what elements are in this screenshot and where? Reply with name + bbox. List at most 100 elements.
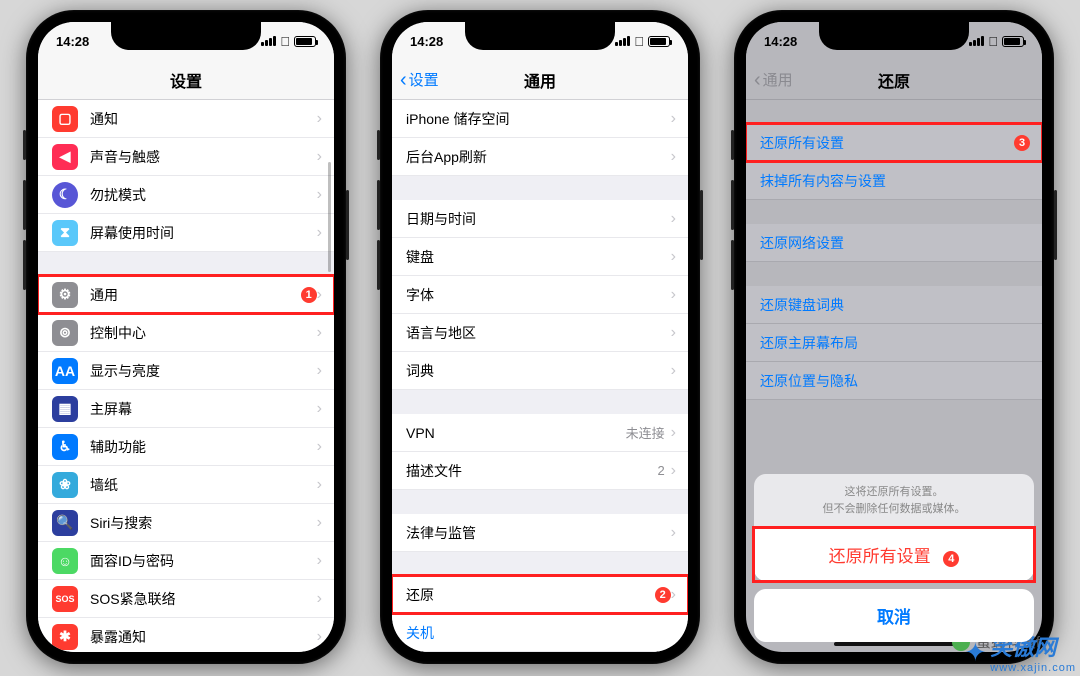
general-row-VPN[interactable]: VPN未连接 › xyxy=(392,414,688,452)
status-icons: 􀙇 xyxy=(615,34,670,49)
row-label: 还原键盘词典 xyxy=(760,295,1030,315)
home-indicator[interactable] xyxy=(834,642,954,646)
sheet-confirm-button[interactable]: 还原所有设置 4 xyxy=(754,528,1034,581)
settings-row-面容ID与密码[interactable]: ☺面容ID与密码› xyxy=(38,542,334,580)
settings-row-辅助功能[interactable]: ♿︎辅助功能› xyxy=(38,428,334,466)
chevron-right-icon: › xyxy=(317,628,322,646)
row-label: 控制中心 xyxy=(90,323,317,343)
status-icons: 􀙇 xyxy=(969,34,1024,49)
chevron-left-icon: ‹ xyxy=(400,70,407,90)
settings-row-通用[interactable]: ⚙︎ 通用 1› xyxy=(38,276,334,314)
signal-icon xyxy=(615,36,630,46)
navbar: ‹ 通用 还原 xyxy=(746,60,1042,100)
row-icon: ⧗ xyxy=(52,220,78,246)
chevron-right-icon: › xyxy=(671,210,676,228)
settings-row-通知[interactable]: ▢通知› xyxy=(38,100,334,138)
chevron-right-icon: › xyxy=(317,186,322,204)
scrollbar[interactable] xyxy=(328,162,331,272)
battery-icon xyxy=(648,36,670,47)
chevron-right-icon: › xyxy=(671,424,676,442)
reset-row-还原主屏幕布局[interactable]: 还原主屏幕布局 xyxy=(746,324,1042,362)
reset-row-还原网络设置[interactable]: 还原网络设置 xyxy=(746,224,1042,262)
general-row-日期与时间[interactable]: 日期与时间› xyxy=(392,200,688,238)
row-icon: ▢ xyxy=(52,106,78,132)
general-row-关机[interactable]: 关机 xyxy=(392,614,688,652)
row-icon: ▦ xyxy=(52,396,78,422)
row-label: 还原主屏幕布局 xyxy=(760,333,1030,353)
row-label: 辅助功能 xyxy=(90,437,317,457)
chevron-right-icon: › xyxy=(317,552,322,570)
action-sheet: 这将还原所有设置。 但不会删除任何数据或媒体。 还原所有设置 4 取消 xyxy=(754,474,1034,642)
general-row-iPhone 储存空间[interactable]: iPhone 储存空间› xyxy=(392,100,688,138)
general-row-语言与地区[interactable]: 语言与地区› xyxy=(392,314,688,352)
back-label: 通用 xyxy=(763,69,793,90)
navbar: 设置 xyxy=(38,60,334,100)
wifi-icon: 􀙇 xyxy=(988,34,998,49)
back-button[interactable]: ‹ 设置 xyxy=(400,60,439,99)
settings-row-墙纸[interactable]: ❀墙纸› xyxy=(38,466,334,504)
row-label: 字体 xyxy=(406,285,671,305)
reset-row-还原所有设置[interactable]: 还原所有设置3 xyxy=(746,124,1042,162)
row-label: iPhone 储存空间 xyxy=(406,109,671,129)
settings-row-勿扰模式[interactable]: ☾勿扰模式› xyxy=(38,176,334,214)
row-icon: AA xyxy=(52,358,78,384)
chevron-right-icon: › xyxy=(317,590,322,608)
status-time: 14:28 xyxy=(56,34,89,49)
settings-row-显示与亮度[interactable]: AA 显示与亮度› xyxy=(38,352,334,390)
battery-icon xyxy=(1002,36,1024,47)
settings-row-暴露通知[interactable]: ✱暴露通知› xyxy=(38,618,334,652)
general-list: iPhone 储存空间›后台App刷新›日期与时间›键盘›字体›语言与地区›词典… xyxy=(392,100,688,652)
row-icon: SOS xyxy=(52,586,78,612)
screen-3: 14:28 􀙇 ‹ 通用 还原 还原所有设置3抹掉所有内容与设置还原网络设置还原… xyxy=(746,22,1042,652)
screen-2: 14:28 􀙇 ‹ 设置 通用 iPhone 储存空间›后台App刷新›日期与时… xyxy=(392,22,688,652)
chevron-right-icon: › xyxy=(317,110,322,128)
row-label: Siri与搜索 xyxy=(90,513,317,533)
reset-row-还原键盘词典[interactable]: 还原键盘词典 xyxy=(746,286,1042,324)
row-icon: ⊚ xyxy=(52,320,78,346)
step-badge-4: 4 xyxy=(943,551,959,567)
reset-list: 还原所有设置3抹掉所有内容与设置还原网络设置还原键盘词典还原主屏幕布局还原位置与… xyxy=(746,100,1042,400)
general-row-法律与监管[interactable]: 法律与监管› xyxy=(392,514,688,552)
notch xyxy=(465,22,615,50)
row-label: 法律与监管 xyxy=(406,523,671,543)
settings-row-声音与触感[interactable]: ◀︎声音与触感› xyxy=(38,138,334,176)
settings-row-Siri与搜索[interactable]: 🔍Siri与搜索› xyxy=(38,504,334,542)
row-label: 通用 xyxy=(90,285,293,305)
general-row-还原[interactable]: 还原2› xyxy=(392,576,688,614)
row-label: 屏幕使用时间 xyxy=(90,223,317,243)
nav-title: 通用 xyxy=(524,68,556,92)
screen-1: 14:28 􀙇 设置 ▢通知›◀︎声音与触感›☾勿扰模式›⧗屏幕使用时间›⚙︎通… xyxy=(38,22,334,652)
row-label: 后台App刷新 xyxy=(406,147,671,167)
back-button[interactable]: ‹ 通用 xyxy=(754,60,793,99)
chevron-right-icon: › xyxy=(317,362,322,380)
nav-title: 还原 xyxy=(878,68,910,92)
row-label: 日期与时间 xyxy=(406,209,671,229)
row-label: 勿扰模式 xyxy=(90,185,317,205)
general-row-词典[interactable]: 词典› xyxy=(392,352,688,390)
general-row-键盘[interactable]: 键盘› xyxy=(392,238,688,276)
sheet-cancel-button[interactable]: 取消 xyxy=(754,589,1034,642)
chevron-right-icon: › xyxy=(317,286,322,304)
row-label: 键盘 xyxy=(406,247,671,267)
phone-2: 14:28 􀙇 ‹ 设置 通用 iPhone 储存空间›后台App刷新›日期与时… xyxy=(380,10,700,664)
phone-3: 14:28 􀙇 ‹ 通用 还原 还原所有设置3抹掉所有内容与设置还原网络设置还原… xyxy=(734,10,1054,664)
signal-icon xyxy=(969,36,984,46)
general-row-字体[interactable]: 字体› xyxy=(392,276,688,314)
reset-row-还原位置与隐私[interactable]: 还原位置与隐私 xyxy=(746,362,1042,400)
step-badge-1: 1 xyxy=(301,287,317,303)
chevron-right-icon: › xyxy=(671,110,676,128)
row-icon: ⚙︎ xyxy=(52,282,78,308)
row-label: VPN xyxy=(406,425,626,441)
row-value: 未连接 xyxy=(626,423,665,442)
settings-row-SOS紧急联络[interactable]: SOSSOS紧急联络› xyxy=(38,580,334,618)
settings-row-主屏幕[interactable]: ▦主屏幕› xyxy=(38,390,334,428)
step-badge-3: 3 xyxy=(1014,135,1030,151)
settings-row-控制中心[interactable]: ⊚控制中心› xyxy=(38,314,334,352)
chevron-right-icon: › xyxy=(671,248,676,266)
settings-row-屏幕使用时间[interactable]: ⧗屏幕使用时间› xyxy=(38,214,334,252)
general-row-描述文件[interactable]: 描述文件2› xyxy=(392,452,688,490)
row-label: 显示与亮度 xyxy=(90,361,317,381)
reset-row-抹掉所有内容与设置[interactable]: 抹掉所有内容与设置 xyxy=(746,162,1042,200)
chevron-right-icon: › xyxy=(671,586,676,604)
general-row-后台App刷新[interactable]: 后台App刷新› xyxy=(392,138,688,176)
